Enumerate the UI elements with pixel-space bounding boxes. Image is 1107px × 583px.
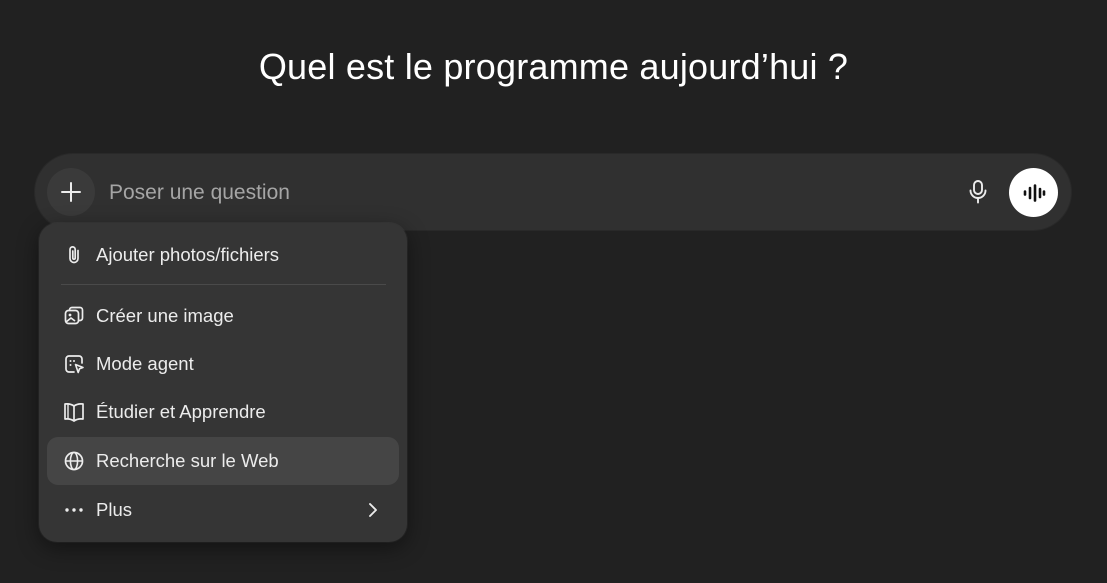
menu-item-web-search[interactable]: Recherche sur le Web	[47, 437, 399, 485]
menu-item-agent-mode[interactable]: Mode agent	[47, 340, 399, 388]
page-heading: Quel est le programme aujourd’hui ?	[258, 46, 849, 87]
menu-divider	[61, 284, 386, 285]
attachment-menu: Ajouter photos/fichiers Créer une image	[39, 223, 407, 542]
paperclip-icon	[62, 243, 86, 267]
prompt-composer	[35, 154, 1071, 230]
add-attachment-button[interactable]	[47, 168, 95, 216]
book-open-icon	[62, 400, 86, 424]
menu-item-add-files[interactable]: Ajouter photos/fichiers	[47, 231, 399, 279]
image-create-icon	[62, 304, 86, 328]
voice-mode-button[interactable]	[1009, 168, 1058, 217]
agent-cursor-icon	[62, 352, 86, 376]
prompt-input[interactable]	[107, 172, 931, 214]
dictate-button[interactable]	[961, 174, 995, 210]
globe-icon	[62, 449, 86, 473]
voice-waveform-icon	[1022, 183, 1046, 203]
menu-item-create-image[interactable]: Créer une image	[47, 292, 399, 340]
menu-item-label: Recherche sur le Web	[96, 450, 279, 471]
menu-item-label: Ajouter photos/fichiers	[96, 244, 280, 265]
menu-item-label: Créer une image	[96, 305, 234, 326]
menu-item-study-learn[interactable]: Étudier et Apprendre	[47, 388, 399, 436]
menu-item-label: Plus	[96, 499, 132, 520]
microphone-icon	[968, 179, 988, 205]
more-dots-icon	[62, 498, 86, 522]
menu-item-label: Mode agent	[96, 353, 194, 374]
plus-icon	[60, 181, 82, 203]
chevron-right-icon	[361, 498, 385, 522]
menu-item-label: Étudier et Apprendre	[96, 401, 266, 422]
menu-item-more[interactable]: Plus	[47, 486, 399, 534]
